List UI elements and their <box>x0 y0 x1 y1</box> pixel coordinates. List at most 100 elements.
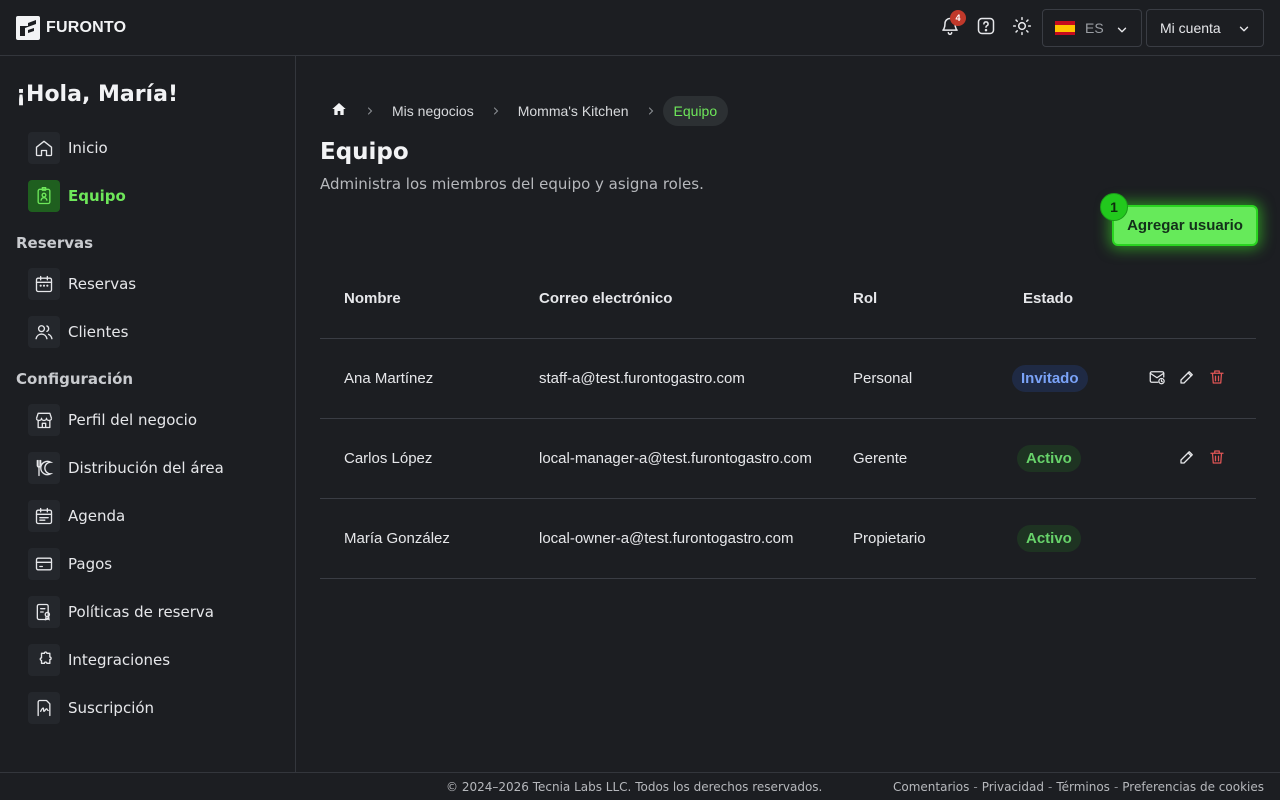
breadcrumb-home[interactable] <box>320 96 358 126</box>
cell-name: Carlos López <box>344 450 433 467</box>
footer-links: Comentarios - Privacidad - Términos - Pr… <box>893 780 1264 794</box>
sidebar-item-label: Reservas <box>68 275 137 293</box>
sidebar: ¡Hola, María! Inicio Equipo Reservas Res… <box>0 56 296 772</box>
column-header-name[interactable]: Nombre <box>344 290 401 307</box>
column-header-role[interactable]: Rol <box>853 290 877 307</box>
mail-clock-icon <box>1148 368 1166 390</box>
chevron-down-icon <box>1237 22 1251 39</box>
team-badge-icon <box>28 180 60 212</box>
language-code: ES <box>1085 20 1104 36</box>
sidebar-item-clientes[interactable]: Clientes <box>28 316 128 348</box>
sidebar-item-label: Suscripción <box>68 699 155 717</box>
edit-user-button[interactable] <box>1177 369 1197 389</box>
sidebar-item-label: Agenda <box>68 507 126 525</box>
breadcrumb: Mis negocios Momma's Kitchen Equipo <box>320 96 729 126</box>
footer-separator: - <box>973 780 978 794</box>
table-row: Carlos López local-manager-a@test.furont… <box>320 419 1256 499</box>
notifications-button[interactable]: 4 <box>938 10 966 40</box>
footer-separator: - <box>1113 780 1119 794</box>
breadcrumb-item-negocios[interactable]: Mis negocios <box>382 103 484 119</box>
delete-user-button[interactable] <box>1207 369 1227 389</box>
status-badge: Activo <box>1017 445 1081 472</box>
breadcrumb-item-business[interactable]: Momma's Kitchen <box>508 103 639 119</box>
page-title: Equipo <box>320 139 409 165</box>
chevron-down-icon <box>1115 22 1129 41</box>
sidebar-item-equipo[interactable]: Equipo <box>28 180 126 212</box>
chevron-right-icon <box>484 96 508 126</box>
language-selector[interactable]: ES <box>1042 9 1142 47</box>
chevron-right-icon <box>358 96 382 126</box>
puzzle-icon <box>28 644 60 676</box>
sidebar-item-distribucion[interactable]: Distribución del área <box>28 452 224 484</box>
cell-role: Personal <box>853 370 913 387</box>
sidebar-item-label: Inicio <box>68 139 108 157</box>
help-button[interactable] <box>974 16 998 40</box>
breadcrumb-current: Equipo <box>662 96 729 126</box>
pencil-icon <box>1178 368 1196 390</box>
sidebar-item-label: Distribución del área <box>68 459 224 477</box>
calendar-icon <box>28 268 60 300</box>
utensils-moon-icon <box>28 452 60 484</box>
page-subtitle: Administra los miembros del equipo y asi… <box>320 175 704 193</box>
chevron-right-icon <box>639 96 663 126</box>
step-marker: 1 <box>1100 193 1128 221</box>
sidebar-item-label: Integraciones <box>68 651 171 669</box>
table-row: Ana Martínez staff-a@test.furontogastro.… <box>320 339 1256 419</box>
edit-user-button[interactable] <box>1177 449 1197 469</box>
home-icon <box>331 101 347 121</box>
sidebar-item-reservas[interactable]: Reservas <box>28 268 136 300</box>
cell-email: local-owner-a@test.furontogastro.com <box>539 530 794 547</box>
footer: © 2024–2026 Tecnia Labs LLC. Todos los d… <box>0 772 1280 800</box>
users-icon <box>28 316 60 348</box>
sidebar-item-politicas[interactable]: Políticas de reserva <box>28 596 214 628</box>
sidebar-item-suscripcion[interactable]: Suscripción <box>28 692 154 724</box>
help-icon <box>976 16 996 40</box>
table-header: Nombre Correo electrónico Rol Estado <box>320 258 1256 339</box>
cell-role: Gerente <box>853 450 908 467</box>
resend-invite-button[interactable] <box>1147 369 1167 389</box>
footer-link-terminos[interactable]: Términos <box>1056 780 1110 794</box>
add-user-button[interactable]: Agregar usuario <box>1112 205 1258 246</box>
pencil-icon <box>1178 448 1196 470</box>
cell-role: Propietario <box>853 530 926 547</box>
cell-name: María González <box>344 530 450 547</box>
footer-link-comentarios[interactable]: Comentarios <box>893 780 969 794</box>
footer-copyright: © 2024–2026 Tecnia Labs LLC. Todos los d… <box>446 780 823 794</box>
account-label: Mi cuenta <box>1160 20 1221 36</box>
store-icon <box>28 404 60 436</box>
sidebar-item-label: Equipo <box>68 187 126 205</box>
logo-mark-icon <box>16 16 40 40</box>
agenda-icon <box>28 500 60 532</box>
column-header-status[interactable]: Estado <box>1023 290 1073 307</box>
sidebar-item-integraciones[interactable]: Integraciones <box>28 644 170 676</box>
home-icon <box>28 132 60 164</box>
team-table: Nombre Correo electrónico Rol Estado Ana… <box>320 258 1256 579</box>
trash-icon <box>1208 448 1226 470</box>
theme-toggle-button[interactable] <box>1010 16 1034 40</box>
brand-name: FURONTO <box>46 19 127 36</box>
sun-icon <box>1012 16 1032 40</box>
brand-logo[interactable]: FURONTO <box>16 16 126 40</box>
footer-link-privacidad[interactable]: Privacidad <box>982 780 1044 794</box>
status-badge: Activo <box>1017 525 1081 552</box>
top-bar: FURONTO 4 ES Mi cuenta <box>0 0 1280 56</box>
delete-user-button[interactable] <box>1207 449 1227 469</box>
signature-icon <box>28 692 60 724</box>
sidebar-item-perfil-negocio[interactable]: Perfil del negocio <box>28 404 197 436</box>
account-menu-button[interactable]: Mi cuenta <box>1146 9 1264 47</box>
trash-icon <box>1208 368 1226 390</box>
cell-name: Ana Martínez <box>344 370 434 387</box>
sidebar-item-label: Clientes <box>68 323 129 341</box>
card-icon <box>28 548 60 580</box>
greeting: ¡Hola, María! <box>16 82 178 107</box>
sidebar-item-pagos[interactable]: Pagos <box>28 548 112 580</box>
column-header-email[interactable]: Correo electrónico <box>539 290 672 307</box>
table-row: María González local-owner-a@test.furont… <box>320 499 1256 579</box>
status-badge: Invitado <box>1012 365 1088 392</box>
sidebar-item-inicio[interactable]: Inicio <box>28 132 108 164</box>
footer-separator: - <box>1047 780 1053 794</box>
footer-link-cookies[interactable]: Preferencias de cookies <box>1122 780 1264 794</box>
sidebar-item-label: Pagos <box>68 555 113 573</box>
notifications-badge: 4 <box>950 10 966 26</box>
sidebar-item-agenda[interactable]: Agenda <box>28 500 125 532</box>
